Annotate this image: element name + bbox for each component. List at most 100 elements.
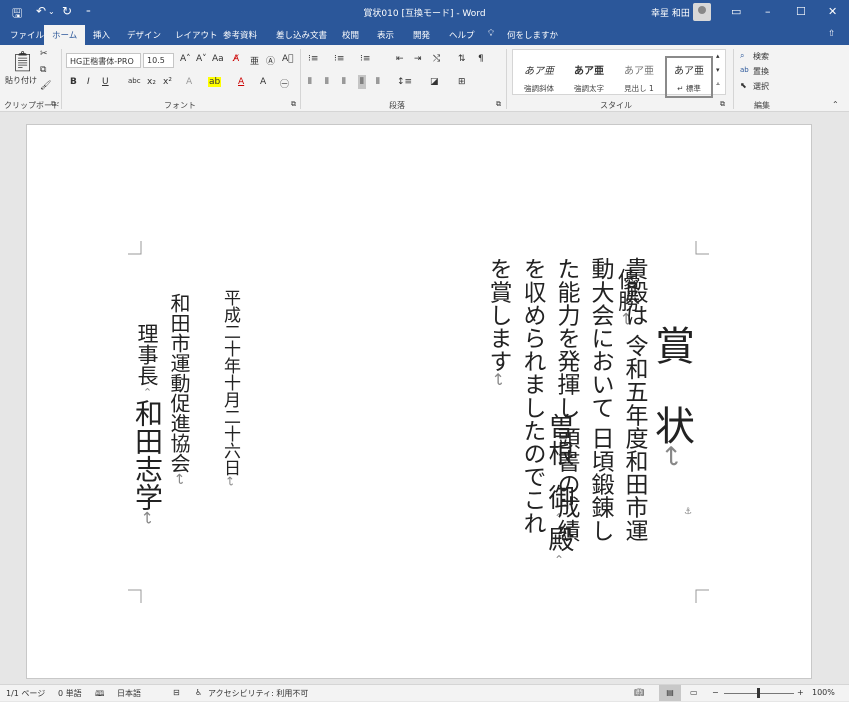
shrink-font-icon[interactable]: A˅ bbox=[196, 54, 207, 64]
body-line: 動大会において 日頃鍛錬し bbox=[587, 257, 613, 542]
enclosed-char-icon[interactable]: Ⓐ bbox=[266, 54, 275, 67]
macro-record-icon[interactable]: ⊟ bbox=[173, 688, 180, 697]
tab-mailings[interactable]: 差し込み文書 bbox=[276, 29, 327, 41]
highlight-icon[interactable]: ab bbox=[208, 77, 222, 87]
phonetic-guide-icon[interactable]: 亜 bbox=[250, 54, 259, 67]
award-date[interactable]: 平成二十年十月二十六日↩ bbox=[218, 289, 243, 486]
font-size-combo[interactable]: 10.5 bbox=[143, 53, 174, 68]
superscript-button[interactable]: x² bbox=[163, 77, 172, 87]
format-painter-icon[interactable]: 🖌︎ bbox=[40, 81, 51, 91]
find-button[interactable]: 検索 bbox=[753, 51, 769, 62]
copy-icon[interactable]: ⧉ bbox=[40, 65, 46, 75]
zoom-level[interactable]: 100% bbox=[812, 688, 835, 697]
page-count[interactable]: 1/1 ページ bbox=[6, 688, 45, 699]
borders-icon[interactable]: ⊞ bbox=[458, 77, 466, 87]
read-mode-icon[interactable]: 📖︎ bbox=[634, 688, 644, 697]
document-page[interactable]: 優勝↩ 賞 状↩ ⚓︎ 曽根御⌃殿⌃ 貴殿は 令和五年度和田市運 動大会において… bbox=[26, 124, 812, 679]
organization[interactable]: 和田市運動促進協会↩ bbox=[165, 293, 194, 485]
decrease-indent-icon[interactable]: ⇤ bbox=[396, 54, 404, 64]
text-direction-icon[interactable]: ⤭ bbox=[433, 54, 440, 64]
share-icon[interactable]: ⇧ bbox=[828, 29, 835, 39]
font-launcher-icon[interactable]: ⧉ bbox=[291, 100, 296, 109]
grow-font-icon[interactable]: A˄ bbox=[180, 54, 191, 64]
collapse-ribbon-icon[interactable]: ⌃ bbox=[832, 100, 839, 109]
tab-insert[interactable]: 挿入 bbox=[93, 29, 110, 41]
char-border-icon[interactable]: A⃞ bbox=[282, 54, 294, 64]
certificate-body[interactable]: 貴殿は 令和五年度和田市運 動大会において 日頃鍛錬し た能力を発揮し 頭書の成… bbox=[481, 257, 651, 607]
status-bar: 1/1 ページ 0 単語 🕮︎ 日本語 ⊟ ♿︎ アクセシビリティ: 利用不可 … bbox=[0, 684, 849, 701]
ribbon-display-icon[interactable]: ▭ bbox=[731, 5, 741, 18]
tell-me-search[interactable]: 何をしますか bbox=[507, 29, 558, 41]
change-case-icon[interactable]: Aa bbox=[212, 54, 224, 64]
tab-home[interactable]: ホーム bbox=[44, 25, 86, 45]
language-indicator[interactable]: 日本語 bbox=[117, 688, 141, 699]
styles-launcher-icon[interactable]: ⧉ bbox=[720, 100, 725, 109]
replace-button[interactable]: 置換 bbox=[753, 66, 769, 77]
body-line: を賞します bbox=[485, 257, 511, 373]
bold-button[interactable]: B bbox=[70, 77, 77, 87]
word-count[interactable]: 0 単語 bbox=[58, 688, 82, 699]
align-top-icon[interactable]: ⫴ bbox=[308, 77, 312, 87]
font-name-combo[interactable]: HG正楷書体-PRO bbox=[66, 53, 141, 68]
tab-layout[interactable]: レイアウト bbox=[175, 29, 218, 41]
close-button[interactable]: ✕ bbox=[828, 5, 837, 18]
underline-button[interactable]: U bbox=[102, 77, 109, 87]
style-heading1[interactable]: あア亜 見出し 1 bbox=[615, 56, 663, 98]
justify-icon[interactable]: ⫴ bbox=[358, 75, 366, 89]
tab-help[interactable]: ヘルプ bbox=[449, 29, 475, 41]
tab-view[interactable]: 表示 bbox=[377, 29, 394, 41]
accessibility-icon[interactable]: ♿︎ bbox=[195, 688, 202, 697]
print-layout-icon[interactable]: ▤ bbox=[659, 685, 681, 701]
proofing-icon[interactable]: 🕮︎ bbox=[95, 688, 104, 702]
gallery-up-icon[interactable]: ▴ bbox=[716, 52, 720, 60]
zoom-in-button[interactable]: + bbox=[797, 688, 804, 697]
paragraph-mark: ↩ bbox=[489, 372, 508, 387]
bullets-icon[interactable]: ⁝≡ bbox=[308, 54, 318, 64]
tab-references[interactable]: 参考資料 bbox=[223, 29, 257, 41]
enclose-icon[interactable]: ㊀ bbox=[280, 77, 289, 90]
tab-file[interactable]: ファイル bbox=[10, 29, 44, 41]
numbering-icon[interactable]: ⁝≡ bbox=[334, 54, 344, 64]
select-button[interactable]: 選択 bbox=[753, 81, 769, 92]
font-color-icon[interactable]: A bbox=[238, 77, 244, 87]
zoom-out-button[interactable]: − bbox=[712, 688, 719, 697]
gallery-down-icon[interactable]: ▾ bbox=[716, 66, 720, 74]
increase-indent-icon[interactable]: ⇥ bbox=[414, 54, 422, 64]
minimize-button[interactable]: – bbox=[765, 5, 771, 18]
char-shading-icon[interactable]: A bbox=[260, 77, 266, 87]
style-normal[interactable]: あア亜 ↵ 標準 bbox=[665, 56, 713, 98]
strikethrough-button[interactable]: abc bbox=[128, 77, 141, 85]
accessibility-status[interactable]: アクセシビリティ: 利用不可 bbox=[208, 688, 308, 699]
multilevel-list-icon[interactable]: ⁝≡ bbox=[360, 54, 370, 64]
show-marks-icon[interactable]: ¶ bbox=[478, 54, 484, 64]
italic-button[interactable]: I bbox=[87, 77, 90, 87]
subscript-button[interactable]: x₂ bbox=[147, 77, 156, 87]
avatar[interactable] bbox=[693, 3, 711, 21]
align-center-icon[interactable]: ⫴ bbox=[325, 77, 329, 87]
style-emphasis[interactable]: あア亜 強調斜体 bbox=[515, 56, 563, 98]
user-name[interactable]: 幸星 和田 bbox=[651, 6, 690, 19]
title-bar: 🖫 ↶ ⌄ ↻ ₌ 賞状010 [互換モード] - Word 幸星 和田 ▭ –… bbox=[0, 0, 849, 25]
style-strong[interactable]: あア亜 強調太字 bbox=[565, 56, 613, 98]
cut-icon[interactable]: ✂ bbox=[40, 49, 48, 59]
gallery-more-icon[interactable]: ⩡ bbox=[716, 80, 720, 89]
tab-design[interactable]: デザイン bbox=[127, 29, 161, 41]
distribute-icon[interactable]: ⫴ bbox=[376, 77, 380, 87]
paragraph-launcher-icon[interactable]: ⧉ bbox=[496, 100, 501, 109]
web-layout-icon[interactable]: ▭ bbox=[690, 688, 698, 697]
line-spacing-icon[interactable]: ↕≡ bbox=[397, 77, 412, 87]
align-bottom-icon[interactable]: ⫴ bbox=[342, 77, 346, 87]
tab-review[interactable]: 校閲 bbox=[342, 29, 359, 41]
paste-icon[interactable]: 📋︎ bbox=[10, 49, 35, 73]
tab-developer[interactable]: 開発 bbox=[413, 29, 430, 41]
maximize-button[interactable]: ☐ bbox=[796, 5, 806, 18]
text-effects-icon[interactable]: A bbox=[186, 77, 192, 87]
divider bbox=[733, 49, 734, 109]
clipboard-launcher-icon[interactable]: ⧉ bbox=[51, 100, 56, 109]
zoom-slider-thumb[interactable] bbox=[757, 688, 760, 698]
sort-icon[interactable]: ⇅ bbox=[458, 54, 466, 64]
shading-icon[interactable]: ◪ bbox=[430, 77, 439, 87]
signer[interactable]: 理事長⌃和田志学↩ bbox=[127, 323, 167, 524]
paste-button[interactable]: 貼り付け bbox=[5, 75, 37, 86]
clear-format-icon[interactable]: A̸ bbox=[233, 54, 239, 64]
